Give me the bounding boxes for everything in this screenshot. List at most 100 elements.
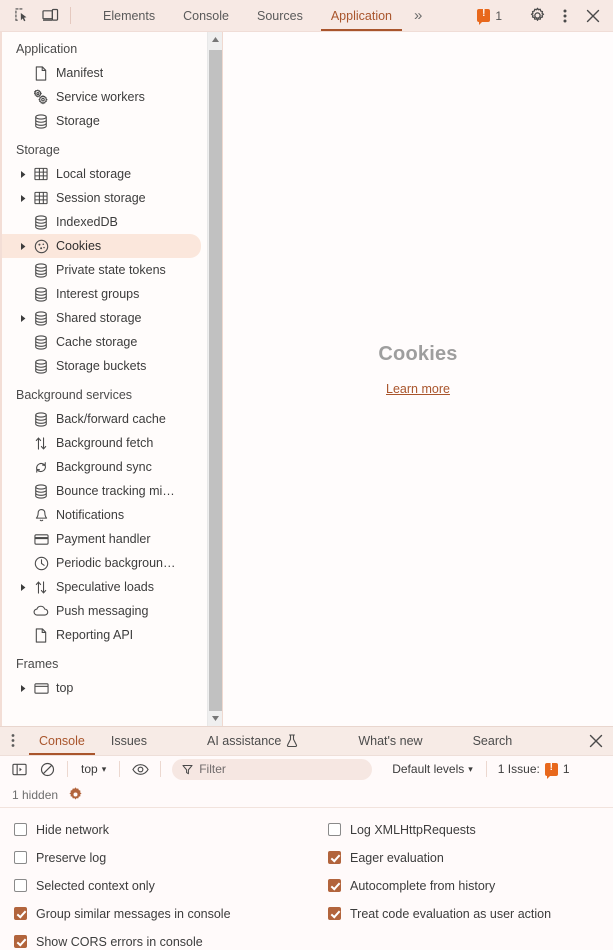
expand-twisty-icon[interactable] bbox=[16, 170, 30, 179]
sidebar-item-storage[interactable]: Storage bbox=[2, 109, 201, 133]
sidebar-item-push-messaging[interactable]: Push messaging bbox=[2, 599, 201, 623]
drawer-kebab-menu-icon[interactable] bbox=[0, 727, 26, 755]
console-context-selector[interactable]: top ▾ bbox=[75, 759, 112, 779]
sidebar-item-payment-handler[interactable]: Payment handler bbox=[2, 527, 201, 551]
checkbox[interactable] bbox=[328, 907, 341, 921]
sidebar-item-periodic-backgroun[interactable]: Periodic backgroun… bbox=[2, 551, 201, 575]
console-levels-dropdown[interactable]: Default levels ▾ bbox=[386, 762, 479, 776]
checkbox[interactable] bbox=[328, 851, 341, 865]
checkbox[interactable] bbox=[14, 907, 27, 921]
gear-icon[interactable] bbox=[523, 7, 551, 24]
setting-show-cors-errors-in-console[interactable]: Show CORS errors in console bbox=[0, 928, 314, 950]
sidebar-item-label: Local storage bbox=[56, 167, 132, 181]
drawer-tab-issues[interactable]: Issues bbox=[98, 727, 160, 755]
sidebar-item-session-storage[interactable]: Session storage bbox=[2, 186, 201, 210]
sidebar-item-back-forward-cache[interactable]: Back/forward cache bbox=[2, 407, 201, 431]
sidebar-item-manifest[interactable]: Manifest bbox=[2, 61, 201, 85]
issues-count-label: 1 bbox=[562, 762, 570, 777]
scroll-up-arrow-icon[interactable] bbox=[208, 32, 222, 47]
table-icon bbox=[30, 167, 52, 181]
tab-console[interactable]: Console bbox=[169, 0, 243, 31]
sidebar-item-top[interactable]: top bbox=[2, 676, 201, 700]
expand-twisty-icon[interactable] bbox=[16, 314, 30, 323]
checkbox[interactable] bbox=[14, 935, 27, 949]
drawer-tab-label: What's new bbox=[358, 733, 423, 748]
database-icon bbox=[30, 310, 52, 326]
setting-autocomplete-from-history[interactable]: Autocomplete from history bbox=[314, 872, 613, 900]
setting-hide-network[interactable]: Hide network bbox=[0, 816, 314, 844]
expand-twisty-icon[interactable] bbox=[16, 194, 30, 203]
setting-label: Group similar messages in console bbox=[36, 906, 231, 921]
setting-preserve-log[interactable]: Preserve log bbox=[0, 844, 314, 872]
learn-more-link[interactable]: Learn more bbox=[386, 382, 450, 396]
sidebar-item-background-fetch[interactable]: Background fetch bbox=[2, 431, 201, 455]
console-sidebar-icon[interactable] bbox=[6, 758, 32, 780]
application-content-pane: Cookies Learn more bbox=[223, 32, 613, 726]
sidebar-item-cache-storage[interactable]: Cache storage bbox=[2, 330, 201, 354]
sidebar-scrollbar[interactable] bbox=[207, 32, 222, 726]
setting-eager-evaluation[interactable]: Eager evaluation bbox=[314, 844, 613, 872]
sidebar-item-interest-groups[interactable]: Interest groups bbox=[2, 282, 201, 306]
checkbox[interactable] bbox=[14, 851, 27, 865]
live-expression-eye-icon[interactable] bbox=[127, 758, 153, 780]
sidebar-item-service-workers[interactable]: Service workers bbox=[2, 85, 201, 109]
checkbox[interactable] bbox=[328, 879, 341, 893]
expand-twisty-icon[interactable] bbox=[16, 684, 30, 693]
chevron-down-icon: ▾ bbox=[468, 763, 473, 774]
sidebar-item-speculative-loads[interactable]: Speculative loads bbox=[2, 575, 201, 599]
drawer-tab-ai-assistance[interactable]: AI assistance bbox=[194, 727, 311, 755]
sidebar-item-cookies[interactable]: Cookies bbox=[2, 234, 201, 258]
sidebar-item-storage-buckets[interactable]: Storage buckets bbox=[2, 354, 201, 378]
main-panel: Application Manifest Service workers Storag… bbox=[0, 32, 613, 726]
sidebar-item-local-storage[interactable]: Local storage bbox=[2, 162, 201, 186]
sidebar-item-reporting-api[interactable]: Reporting API bbox=[2, 623, 201, 647]
clock-icon bbox=[30, 556, 52, 571]
settings-gear-icon[interactable] bbox=[68, 787, 83, 802]
filter-placeholder: Filter bbox=[199, 762, 226, 777]
issue-warning-icon bbox=[477, 7, 491, 25]
tab-elements[interactable]: Elements bbox=[89, 0, 169, 31]
drawer-tab-console[interactable]: Console bbox=[26, 727, 98, 755]
console-issues-link[interactable]: 1 Issue: 1 bbox=[494, 761, 574, 779]
sidebar-item-background-sync[interactable]: Background sync bbox=[2, 455, 201, 479]
sidebar-item-label: Manifest bbox=[56, 66, 104, 80]
sidebar-item-indexeddb[interactable]: IndexedDB bbox=[2, 210, 201, 234]
tab-sources[interactable]: Sources bbox=[243, 0, 317, 31]
page-title: Cookies bbox=[378, 342, 458, 365]
hidden-count-label: 1 hidden bbox=[12, 787, 59, 802]
database-icon bbox=[30, 334, 52, 350]
checkbox[interactable] bbox=[14, 823, 27, 837]
sidebar-item-private-state-tokens[interactable]: Private state tokens bbox=[2, 258, 201, 282]
expand-twisty-icon[interactable] bbox=[16, 583, 30, 592]
device-toolbar-icon[interactable] bbox=[36, 0, 64, 31]
setting-log-xmlhttprequests[interactable]: Log XMLHttpRequests bbox=[314, 816, 613, 844]
checkbox[interactable] bbox=[328, 823, 341, 837]
sidebar-item-notifications[interactable]: Notifications bbox=[2, 503, 201, 527]
sidebar-item-bounce-tracking-mi[interactable]: Bounce tracking mi… bbox=[2, 479, 201, 503]
more-tabs-icon[interactable]: » bbox=[406, 0, 430, 31]
setting-group-similar-messages-in-console[interactable]: Group similar messages in console bbox=[0, 900, 314, 928]
tab-label: Elements bbox=[103, 8, 156, 23]
issues-badge[interactable]: 1 bbox=[469, 7, 510, 25]
expand-twisty-icon[interactable] bbox=[16, 242, 30, 251]
checkbox[interactable] bbox=[14, 879, 27, 893]
drawer-close-icon[interactable] bbox=[579, 727, 613, 755]
sidebar-item-label: IndexedDB bbox=[56, 215, 118, 229]
scrollbar-thumb[interactable] bbox=[209, 50, 222, 720]
setting-selected-context-only[interactable]: Selected context only bbox=[0, 872, 314, 900]
toolbar-divider bbox=[67, 761, 68, 778]
drawer-tab-search[interactable]: Search bbox=[460, 727, 526, 755]
clear-console-icon[interactable] bbox=[34, 758, 60, 780]
kebab-menu-icon[interactable] bbox=[551, 8, 579, 24]
context-value: top bbox=[81, 762, 98, 777]
scroll-down-arrow-icon[interactable] bbox=[208, 711, 222, 726]
database-icon bbox=[30, 113, 52, 129]
hidden-messages-row: 1 hidden bbox=[0, 783, 613, 808]
console-filter-input[interactable]: Filter bbox=[172, 758, 373, 780]
tab-application[interactable]: Application bbox=[317, 0, 406, 31]
close-icon[interactable] bbox=[579, 9, 607, 23]
inspect-element-icon[interactable] bbox=[8, 0, 36, 31]
setting-treat-code-evaluation-as-user-action[interactable]: Treat code evaluation as user action bbox=[314, 900, 613, 928]
drawer-tab-whats-new[interactable]: What's new bbox=[345, 727, 435, 755]
sidebar-item-shared-storage[interactable]: Shared storage bbox=[2, 306, 201, 330]
